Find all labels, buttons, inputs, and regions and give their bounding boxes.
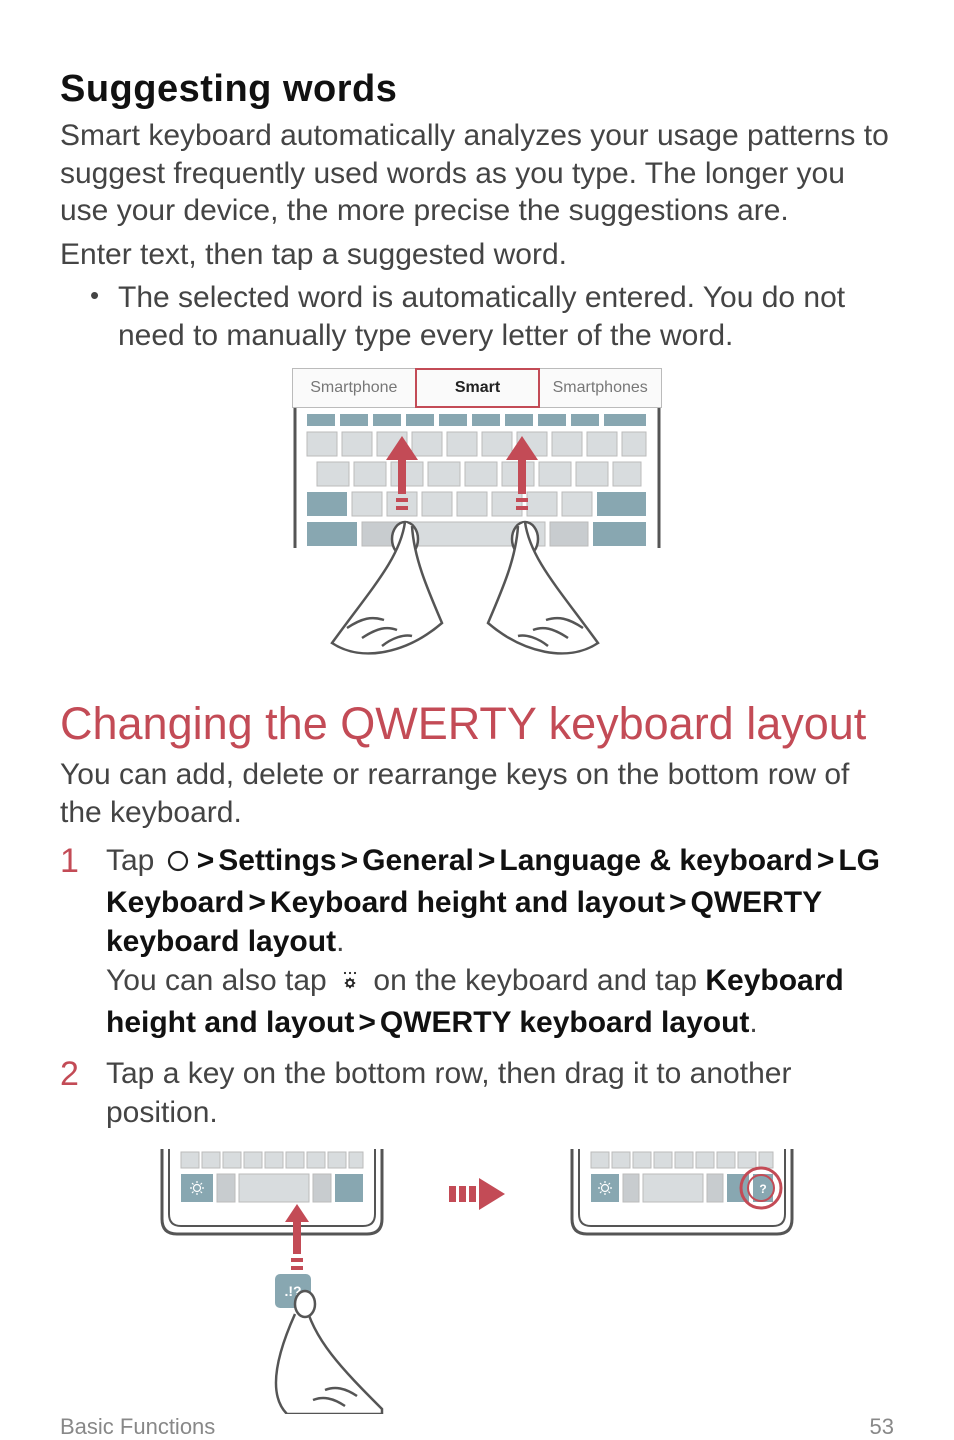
footer-section: Basic Functions <box>60 1414 215 1440</box>
step-number-1: 1 <box>60 839 79 883</box>
path-qwerty-layout-2: QWERTY keyboard layout <box>380 1006 750 1039</box>
step1-lead: Tap <box>106 844 163 877</box>
page-footer: Basic Functions 53 <box>60 1414 894 1440</box>
subheading-suggesting-words: Suggesting words <box>60 68 894 111</box>
step1-alt-mid: on the keyboard and tap <box>365 964 705 997</box>
layout-before: .!? <box>157 1144 387 1414</box>
paragraph-s2-intro: You can add, delete or rearrange keys on… <box>60 756 894 831</box>
suggestion-bar: Smartphone Smart Smartphones <box>292 368 662 408</box>
path-general: General <box>362 844 474 877</box>
step2-text: Tap a key on the bottom row, then drag i… <box>106 1057 791 1129</box>
drag-arrow-up-icon <box>285 1204 309 1270</box>
suggestion-right[interactable]: Smartphones <box>539 369 661 407</box>
paragraph-s1-2: Enter text, then tap a suggested word. <box>60 236 894 274</box>
path-height-layout: Keyboard height and layout <box>270 886 665 919</box>
arrow-right-icon <box>447 1174 507 1219</box>
figure-layout-change: .!? <box>60 1144 894 1414</box>
step-2: 2 Tap a key on the bottom row, then drag… <box>60 1054 894 1132</box>
period1: . <box>336 925 344 958</box>
home-circle-icon <box>166 844 190 883</box>
step-number-2: 2 <box>60 1052 79 1096</box>
paragraph-s1-1: Smart keyboard automatically analyzes yo… <box>60 117 894 230</box>
heading-changing-layout: Changing the QWERTY keyboard layout <box>60 698 894 750</box>
path-settings: Settings <box>218 844 336 877</box>
keyboard-illustration <box>292 408 662 668</box>
bullet-s1-1: The selected word is automatically enter… <box>90 279 894 354</box>
suggestion-left[interactable]: Smartphone <box>293 369 416 407</box>
footer-page-number: 53 <box>870 1414 894 1440</box>
suggestion-center[interactable]: Smart <box>415 368 541 408</box>
hand-drag-icon <box>276 1291 382 1414</box>
period2: . <box>749 1006 757 1039</box>
step1-alt-lead: You can also tap <box>106 964 335 997</box>
gear-icon <box>338 964 362 1003</box>
figure-suggestion-keyboard: Smartphone Smart Smartphones <box>292 368 662 668</box>
layout-after: ? <box>567 1144 797 1244</box>
path-lang-keyboard: Language & keyboard <box>499 844 812 877</box>
step-1: 1 Tap >Settings>General>Language & keybo… <box>60 841 894 1042</box>
svg-text:?: ? <box>759 1182 766 1196</box>
